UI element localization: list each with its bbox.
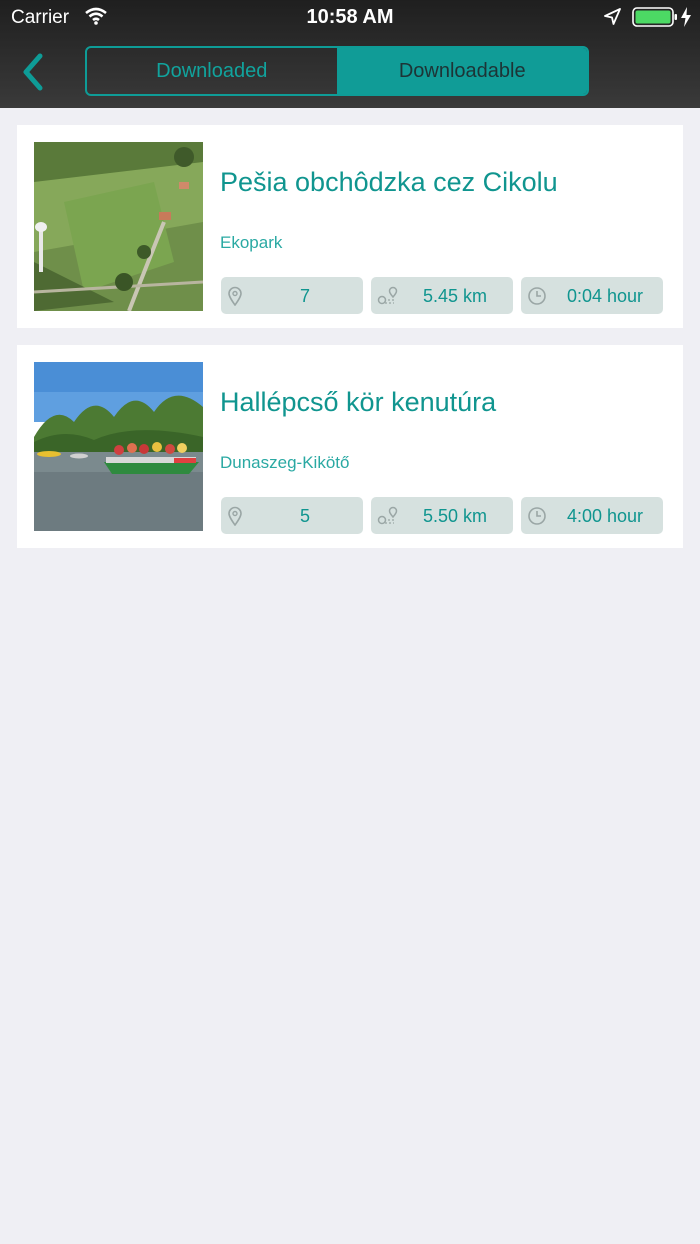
tour-stats: 7 5.45 km 0:04 hour bbox=[221, 277, 663, 314]
points-value: 7 bbox=[299, 286, 310, 306]
back-chevron-icon[interactable] bbox=[18, 52, 52, 92]
duration-value: 0:04 hour bbox=[566, 286, 644, 306]
map-pin-icon bbox=[228, 286, 242, 306]
tour-list: Pešia obchôdzka cez Cikolu Ekopark 7 5.4… bbox=[17, 125, 683, 565]
list-item[interactable]: Hallépcső kör kenutúra Dunaszeg-Kikötő 5… bbox=[17, 345, 683, 548]
distance-stat: 5.45 km bbox=[371, 277, 513, 314]
tab-downloadable[interactable]: Downloadable bbox=[337, 48, 587, 94]
distance-stat: 5.50 km bbox=[371, 497, 513, 534]
tour-thumbnail bbox=[34, 362, 203, 531]
tour-thumbnail bbox=[34, 142, 203, 311]
segmented-control: Downloaded Downloadable bbox=[85, 46, 589, 96]
list-item[interactable]: Pešia obchôdzka cez Cikolu Ekopark 7 5.4… bbox=[17, 125, 683, 328]
top-bar: Carrier 10:58 AM Downloaded Downloadable bbox=[0, 0, 700, 108]
distance-value: 5.50 km bbox=[422, 506, 488, 526]
tour-location: Ekopark bbox=[220, 233, 283, 252]
battery-icon bbox=[632, 7, 678, 33]
clock: 10:58 AM bbox=[306, 6, 394, 28]
clock-icon bbox=[528, 507, 546, 525]
tour-stats: 5 5.50 km 4:00 hour bbox=[221, 497, 663, 534]
tab-downloaded[interactable]: Downloaded bbox=[87, 48, 338, 94]
duration-value: 4:00 hour bbox=[566, 506, 644, 526]
location-arrow-icon bbox=[604, 8, 622, 32]
tour-title: Hallépcső kör kenutúra bbox=[220, 387, 497, 417]
map-pin-icon bbox=[228, 506, 242, 526]
duration-stat: 4:00 hour bbox=[521, 497, 663, 534]
tour-location: Dunaszeg-Kikötő bbox=[220, 453, 350, 472]
route-icon bbox=[377, 286, 398, 305]
duration-stat: 0:04 hour bbox=[521, 277, 663, 314]
points-stat: 5 bbox=[221, 497, 363, 534]
clock-icon bbox=[528, 287, 546, 305]
charging-bolt-icon bbox=[680, 7, 692, 33]
points-stat: 7 bbox=[221, 277, 363, 314]
distance-value: 5.45 km bbox=[422, 286, 488, 306]
status-bar: Carrier 10:58 AM bbox=[0, 0, 700, 36]
tour-title: Pešia obchôdzka cez Cikolu bbox=[220, 167, 558, 197]
route-icon bbox=[377, 506, 398, 525]
points-value: 5 bbox=[299, 506, 310, 526]
